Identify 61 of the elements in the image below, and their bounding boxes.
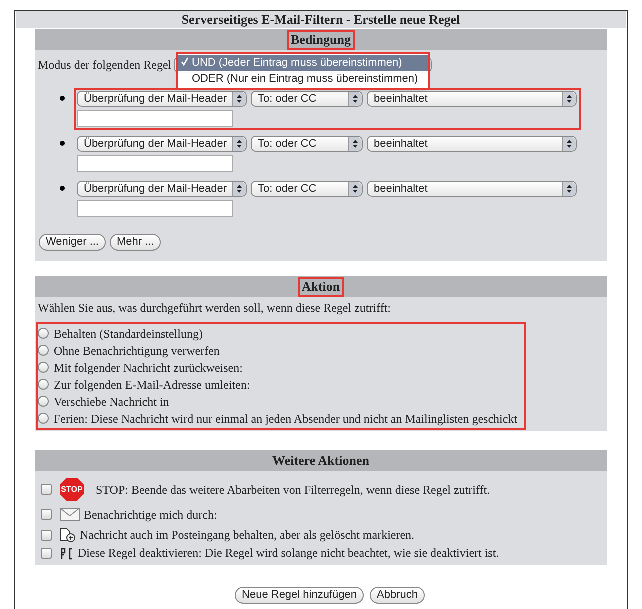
option-label: Mit folgender Nachricht zurückweisen: (54, 360, 243, 376)
option-label: Behalten (Standardeinstellung) (54, 326, 203, 342)
option-label: Ohne Benachrichtigung verwerfen (54, 342, 220, 360)
radio-button[interactable] (38, 413, 49, 424)
dropdown-field[interactable]: Überprüfung der Mail-Header (77, 91, 247, 107)
updown-arrows-icon (348, 92, 362, 106)
dropdown-field[interactable]: Überprüfung der Mail-Header (77, 136, 247, 152)
option-label: Verschiebe Nachricht in (54, 394, 170, 410)
checkbox[interactable] (41, 509, 52, 520)
text-input[interactable] (77, 200, 233, 217)
radio-button[interactable] (38, 362, 49, 373)
button[interactable]: Mehr ... (110, 234, 162, 251)
text-input[interactable] (77, 110, 233, 127)
document-plus-icon (60, 528, 76, 542)
bullet-icon (60, 141, 65, 146)
radio-button[interactable] (38, 345, 49, 356)
dropdown-field[interactable]: beeinhaltet (367, 181, 577, 197)
updown-arrows-icon (348, 182, 362, 196)
updown-arrows-icon (232, 137, 246, 151)
dropdown-field[interactable]: beeinhaltet (367, 91, 577, 107)
check-icon (181, 56, 189, 66)
stop-sign-icon: STOP (60, 478, 84, 502)
option-label: Ferien: Diese Nachricht wird nur einmal an jeden Absender und nicht an Mailinglisten geschickt (54, 410, 518, 428)
radio-button[interactable] (38, 396, 49, 407)
updown-arrows-icon (232, 92, 246, 106)
checkbox[interactable] (41, 548, 52, 558)
menu-item[interactable]: ODER (Nur ein Eintrag muss übereinstimmen) (178, 71, 428, 87)
mode-label: Modus der folgenden Regel (38, 57, 172, 74)
checkbox[interactable] (41, 484, 52, 495)
section-title: Weitere Aktionen (272, 452, 370, 468)
menu-item[interactable]: UND (Jeder Eintrag muss übereinstimmen) (178, 55, 428, 71)
bullet-icon (60, 186, 65, 191)
dropdown-field[interactable]: beeinhaltet (367, 136, 577, 152)
option-label: Benachrichtige mich durch: (84, 506, 218, 524)
dropdown-field[interactable]: Überprüfung der Mail-Header (77, 181, 247, 197)
envelope-icon (60, 508, 80, 521)
option-label: Nachricht auch im Posteingang behalten, aber als gelöscht markieren. (80, 527, 415, 544)
option-label: Zur folgenden E-Mail-Adresse umleiten: (54, 376, 250, 394)
option-label: Diese Regel deaktivieren: Die Regel wird solange nicht beachtet, wie sie deaktiviert ist. (78, 545, 500, 562)
window-title: Serverseitiges E-Mail-Filtern - Erstelle neue Regel (16, 11, 626, 28)
updown-arrows-icon (562, 182, 576, 196)
button[interactable]: Weniger ... (39, 234, 106, 251)
dropdown-field[interactable]: To: oder CC (251, 181, 363, 197)
checkbox[interactable] (41, 530, 52, 540)
text-input[interactable] (77, 155, 233, 172)
radio-button[interactable] (38, 328, 49, 339)
radio-button[interactable] (38, 379, 49, 390)
section-title: Bedingung (289, 32, 353, 48)
updown-arrows-icon (562, 92, 576, 106)
dropdown-field[interactable]: To: oder CC (251, 91, 363, 107)
dropdown-field[interactable]: To: oder CC (251, 136, 363, 152)
button[interactable]: Neue Regel hinzufügen (235, 587, 364, 604)
section-title: Aktion (300, 278, 342, 294)
updown-arrows-icon (348, 137, 362, 151)
updown-arrows-icon (562, 137, 576, 151)
bracket-icon (60, 546, 74, 560)
bullet-icon (60, 96, 65, 101)
updown-arrows-icon (232, 182, 246, 196)
prompt-text: Wählen Sie aus, was durchgeführt werden soll, wenn diese Regel zutrifft: (37, 300, 392, 316)
option-label: STOP: Beende das weitere Abarbeiten von Filterregeln, wenn diese Regel zutrifft. (96, 482, 490, 498)
button[interactable]: Abbruch (370, 587, 425, 604)
